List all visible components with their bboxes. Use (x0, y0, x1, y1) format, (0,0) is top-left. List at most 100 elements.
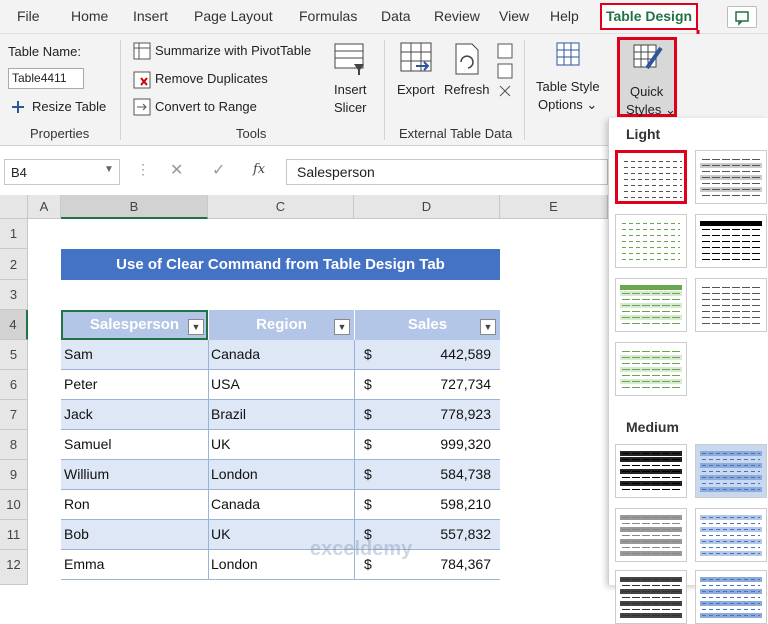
refresh-button[interactable]: Refresh (444, 82, 490, 97)
column-header-a[interactable]: A (28, 195, 61, 219)
cell-region[interactable]: Brazil (211, 406, 246, 422)
table-style-swatch[interactable] (615, 444, 687, 498)
cell-currency[interactable]: $ (364, 436, 372, 452)
pivot-table-icon (133, 42, 151, 63)
cell-salesperson[interactable]: Jack (64, 406, 93, 422)
column-header-d[interactable]: D (354, 195, 500, 219)
cell-sales[interactable]: 727,734 (440, 376, 491, 392)
table-style-gallery: Light Medium (608, 118, 768, 624)
cell-currency[interactable]: $ (364, 496, 372, 512)
resize-table-button[interactable]: Resize Table (32, 99, 106, 114)
cell-salesperson[interactable]: Willium (64, 466, 109, 482)
cell-region[interactable]: UK (211, 436, 230, 452)
cancel-icon[interactable]: ✕ (170, 160, 183, 180)
row-header[interactable]: 10 (0, 490, 28, 520)
cell-region[interactable]: London (211, 466, 258, 482)
formula-input[interactable]: Salesperson (286, 159, 608, 185)
cell-divider (354, 340, 355, 370)
row-header[interactable]: 7 (0, 400, 28, 430)
row-header[interactable]: 11 (0, 520, 28, 550)
table-name-input[interactable]: Table4411 (8, 68, 84, 89)
insert-slicer-line1[interactable]: Insert (334, 82, 367, 97)
table-style-swatch[interactable] (615, 508, 687, 562)
header-sales[interactable]: Sales (354, 310, 500, 340)
row-header[interactable]: 2 (0, 249, 28, 280)
summarize-pivot-button[interactable]: Summarize with PivotTable (155, 43, 311, 58)
row-header[interactable]: 6 (0, 370, 28, 400)
table-style-swatch[interactable] (615, 214, 687, 268)
cell-salesperson[interactable]: Ron (64, 496, 90, 512)
cell-currency[interactable]: $ (364, 406, 372, 422)
cell-region[interactable]: Canada (211, 346, 260, 362)
name-box-dropdown-icon[interactable]: ▼ (104, 164, 114, 175)
table-row: Ron Canada $598,210 (61, 490, 500, 520)
table-style-swatch[interactable] (615, 342, 687, 396)
cell-sales[interactable]: 584,738 (440, 466, 491, 482)
cell-region[interactable]: USA (211, 376, 240, 392)
cell-sales[interactable]: 442,589 (440, 346, 491, 362)
separator (384, 40, 385, 140)
table-style-swatch[interactable] (695, 150, 767, 204)
cell-salesperson[interactable]: Samuel (64, 436, 111, 452)
table-style-swatch[interactable] (695, 278, 767, 332)
convert-range-icon (133, 98, 151, 119)
cell-salesperson[interactable]: Sam (64, 346, 93, 362)
quick-styles-line2: Styles ⌄ (626, 102, 676, 117)
watermark: exceldemy (310, 538, 413, 560)
column-header-c[interactable]: C (208, 195, 354, 219)
header-salesperson[interactable]: Salesperson (61, 310, 208, 340)
table-style-swatch[interactable] (695, 508, 767, 562)
cell-sales[interactable]: 999,320 (440, 436, 491, 452)
row-header[interactable]: 12 (0, 550, 28, 585)
cell-currency[interactable]: $ (364, 466, 372, 482)
table-style-swatch[interactable] (695, 444, 767, 498)
cell-sales[interactable]: 598,210 (440, 496, 491, 512)
table-style-swatch[interactable] (695, 570, 767, 624)
row-header[interactable]: 3 (0, 280, 28, 310)
sheet-title: Use of Clear Command from Table Design T… (61, 249, 500, 280)
filter-dropdown-icon[interactable]: ▼ (188, 319, 204, 335)
row-header[interactable]: 9 (0, 460, 28, 490)
table-style-options-line2[interactable]: Options ⌄ (538, 97, 597, 113)
cell-region[interactable]: London (211, 556, 258, 572)
cell-sales[interactable]: 784,367 (440, 556, 491, 572)
remove-duplicates-button[interactable]: Remove Duplicates (155, 71, 268, 86)
table-style-swatch[interactable] (615, 278, 687, 332)
export-icon (400, 42, 434, 81)
row-header[interactable]: 5 (0, 340, 28, 370)
cell-region[interactable]: UK (211, 526, 230, 542)
cell-salesperson[interactable]: Peter (64, 376, 97, 392)
cell-currency[interactable]: $ (364, 376, 372, 392)
table-row: Jack Brazil $778,923 (61, 400, 500, 430)
enter-icon[interactable]: ✓ (212, 160, 225, 180)
cell-region[interactable]: Canada (211, 496, 260, 512)
cell-sales[interactable]: 557,832 (440, 526, 491, 542)
filter-dropdown-icon[interactable]: ▼ (334, 319, 350, 335)
select-all-corner[interactable] (0, 195, 28, 219)
insert-slicer-line2[interactable]: Slicer (334, 100, 367, 115)
slicer-icon (334, 42, 366, 79)
row-header[interactable]: 8 (0, 430, 28, 460)
table-style-swatch[interactable] (615, 570, 687, 624)
insert-function-icon[interactable]: fx (253, 162, 265, 177)
column-header-e[interactable]: E (500, 195, 608, 219)
quick-styles-button[interactable]: Quick Styles ⌄ (617, 37, 677, 117)
row-header[interactable]: 1 (0, 219, 28, 249)
cell-salesperson[interactable]: Bob (64, 526, 89, 542)
separator (524, 40, 525, 140)
resize-icon (10, 99, 26, 118)
cell-salesperson[interactable]: Emma (64, 556, 104, 572)
table-style-options-line1[interactable]: Table Style (536, 79, 600, 94)
cell-sales[interactable]: 778,923 (440, 406, 491, 422)
convert-to-range-button[interactable]: Convert to Range (155, 99, 257, 114)
cell-currency[interactable]: $ (364, 346, 372, 362)
table-style-swatch[interactable] (615, 150, 687, 204)
name-box[interactable]: B4 (4, 159, 120, 185)
filter-dropdown-icon[interactable]: ▼ (480, 319, 496, 335)
table-style-swatch[interactable] (695, 214, 767, 268)
header-region[interactable]: Region (208, 310, 354, 340)
column-header-b[interactable]: B (61, 195, 208, 219)
row-header[interactable]: 4 (0, 310, 28, 340)
export-button[interactable]: Export (397, 82, 435, 97)
quick-styles-icon (633, 44, 663, 77)
